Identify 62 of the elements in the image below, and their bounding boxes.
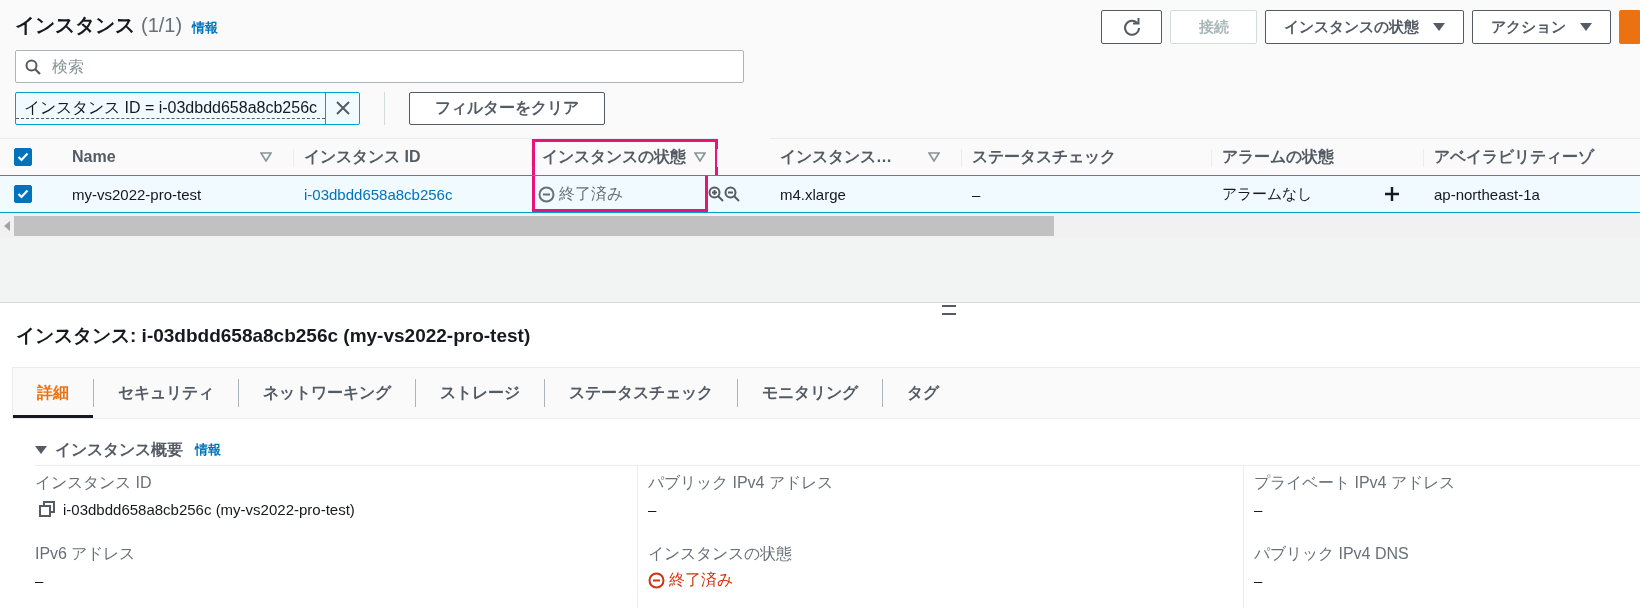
section-title[interactable]: インスタンス概要 — [55, 439, 183, 461]
filter-token-text: インスタンス ID = i-03dbdd658a8cb256c — [16, 97, 326, 119]
close-icon — [334, 100, 351, 116]
info-link[interactable]: 情報 — [192, 19, 219, 37]
table-cell: my-vs2022-pro-test — [72, 185, 202, 203]
field-label: インスタンスの状態 — [648, 543, 792, 564]
details-title: インスタンス: i-03dbdd658a8cb256c (my-vs2022-pro-test) — [16, 324, 531, 348]
column-header[interactable]: アラームの状態 — [1222, 146, 1334, 168]
field-label: パブリック IPv4 アドレス — [648, 472, 833, 493]
zoom-out-icon[interactable] — [724, 186, 740, 202]
search-field[interactable]: 検索 — [15, 50, 744, 83]
stopped-status-icon — [648, 571, 665, 589]
search-icon — [25, 59, 41, 75]
tab[interactable]: タグ — [883, 368, 963, 418]
field-value: – — [1254, 571, 1263, 589]
tab[interactable]: ストレージ — [416, 368, 544, 418]
refresh-icon — [1121, 17, 1142, 37]
caret-icon — [1580, 22, 1592, 32]
column-header[interactable]: Name — [72, 148, 116, 166]
tab[interactable]: モニタリング — [738, 368, 882, 418]
refresh-button[interactable] — [1101, 10, 1162, 44]
status-label: 終了済み — [532, 176, 708, 212]
filter-caret-icon[interactable] — [260, 152, 272, 162]
field-label: IPv6 アドレス — [35, 543, 136, 564]
stopped-status-icon — [538, 185, 555, 203]
field-value: i-03dbdd658a8cb256c (my-vs2022-pro-test) — [63, 500, 355, 518]
horizontal-scrollbar[interactable] — [0, 213, 1640, 238]
field-value: – — [35, 571, 44, 589]
table-cell: – — [972, 185, 981, 203]
zoom-in-icon[interactable] — [708, 186, 724, 202]
filter-caret-icon[interactable] — [694, 152, 706, 162]
clear-filters-button[interactable]: フィルターをクリア — [409, 91, 606, 125]
column-header[interactable]: インスタンス… — [780, 146, 892, 168]
field-label: パブリック IPv4 DNS — [1254, 543, 1409, 564]
instance-count: (1/1) — [141, 14, 183, 37]
field-label: インスタンス ID — [35, 472, 152, 493]
field-value: – — [1254, 500, 1263, 518]
info-link[interactable]: 情報 — [195, 441, 221, 459]
field-label: プライベート IPv4 アドレス — [1254, 472, 1455, 493]
dropdown-button[interactable]: インスタンスの状態 — [1265, 10, 1464, 44]
table-cell: m4.xlarge — [780, 185, 846, 203]
column-header[interactable]: インスタンス ID — [304, 146, 421, 168]
status-value: 終了済み — [669, 569, 733, 590]
checkbox[interactable] — [14, 185, 32, 203]
expand-caret-icon[interactable] — [35, 445, 47, 455]
copy-icon[interactable] — [39, 501, 55, 517]
page-title: インスタンス — [15, 13, 135, 38]
dropdown-button[interactable]: アクション — [1472, 10, 1611, 44]
field-value: – — [648, 500, 657, 518]
resize-handle[interactable] — [942, 305, 956, 315]
filter-caret-icon[interactable] — [928, 152, 940, 162]
checkbox[interactable] — [14, 148, 32, 166]
tab[interactable]: ステータスチェック — [545, 368, 737, 418]
tab[interactable]: ネットワーキング — [239, 368, 415, 418]
table-cell: ap-northeast-1a — [1434, 185, 1540, 203]
column-header[interactable]: アベイラビリティーゾ — [1434, 146, 1594, 168]
column-header[interactable]: ステータスチェック — [972, 146, 1116, 168]
table-cell: アラームなし — [1222, 184, 1312, 204]
plus-icon[interactable] — [1384, 186, 1400, 202]
column-header[interactable]: インスタンスの状態 — [542, 146, 686, 168]
tab[interactable]: セキュリティ — [94, 368, 238, 418]
caret-icon — [1433, 22, 1445, 32]
